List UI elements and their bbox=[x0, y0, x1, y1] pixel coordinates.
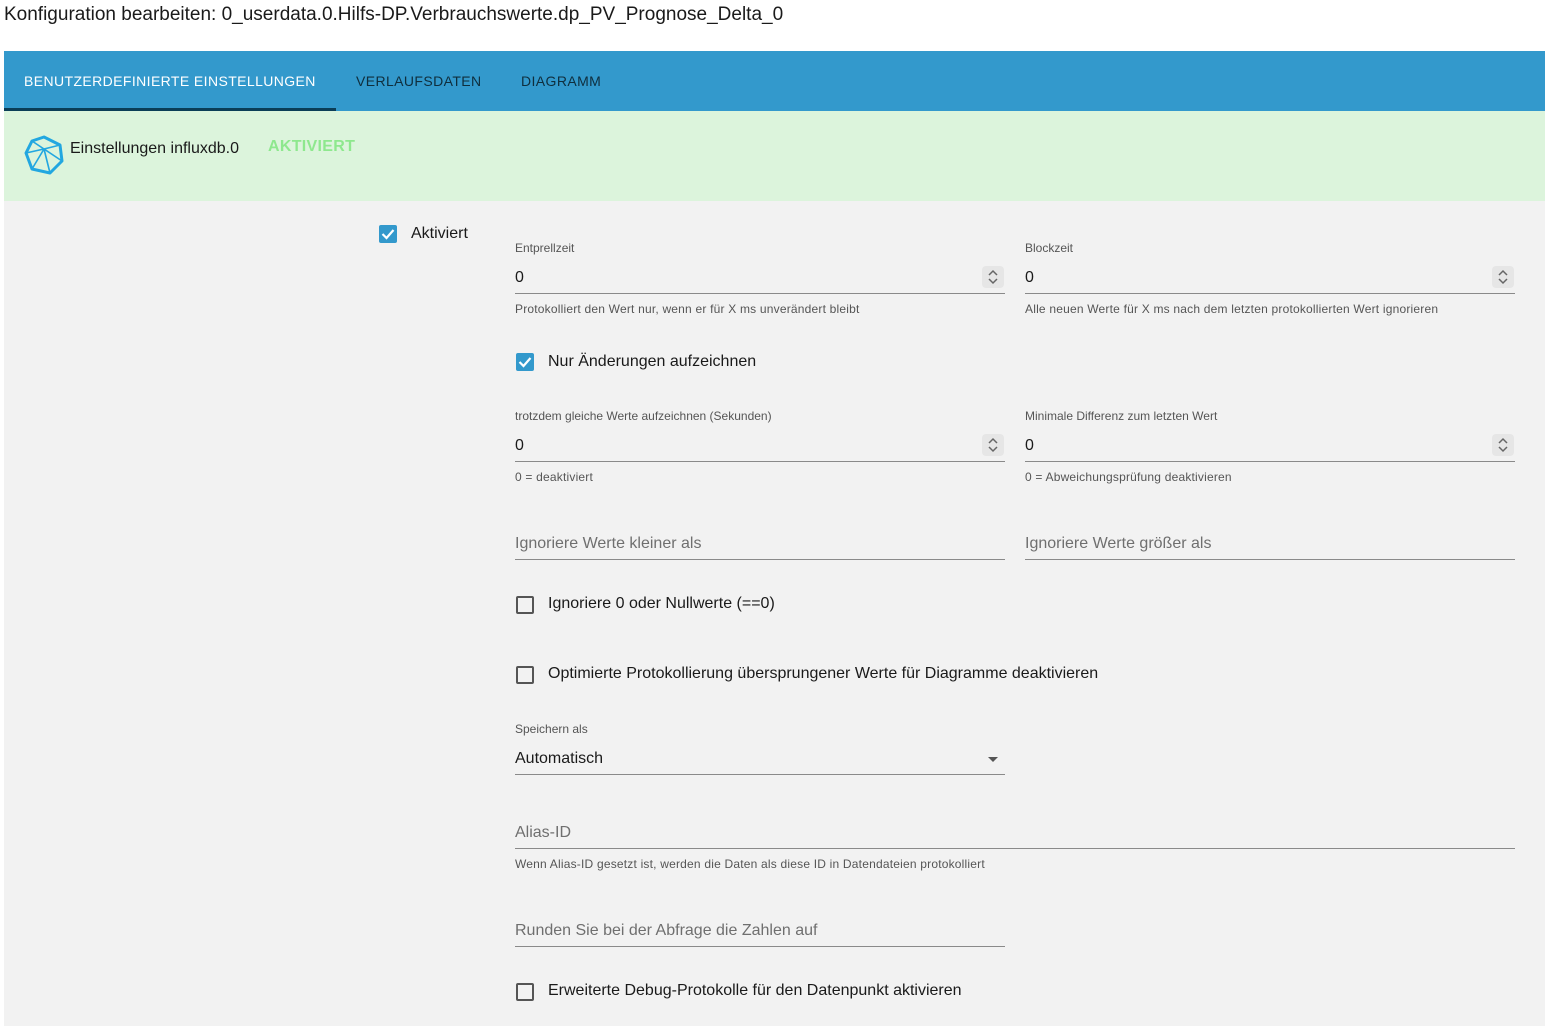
enabled-label: Aktiviert bbox=[411, 225, 468, 242]
blocktime-helper: Alle neuen Werte für X ms nach dem letzt… bbox=[1025, 302, 1439, 316]
changes-only-label: Nur Änderungen aufzeichnen bbox=[548, 353, 757, 370]
debounce-stepper[interactable] bbox=[982, 266, 1004, 288]
debounce-helper: Protokolliert den Wert nur, wenn er für … bbox=[515, 302, 860, 316]
debug-checkbox[interactable] bbox=[516, 983, 534, 1001]
changes-relog-stepper[interactable] bbox=[982, 434, 1004, 456]
disable-skipped-label: Optimierte Protokollierung übersprungene… bbox=[548, 665, 1099, 682]
ignore-below-input[interactable]: Ignoriere Werte kleiner als bbox=[515, 535, 701, 553]
blocktime-input[interactable]: 0 bbox=[1025, 269, 1034, 287]
instance-name: Einstellungen influxdb.0 bbox=[70, 140, 240, 157]
alias-id-input[interactable]: Alias-ID bbox=[515, 824, 571, 842]
ignore-below-underline bbox=[515, 559, 1005, 560]
changes-relog-helper: 0 = deaktiviert bbox=[515, 470, 594, 484]
enabled-checkbox[interactable] bbox=[379, 225, 397, 243]
disable-skipped-checkbox[interactable] bbox=[516, 666, 534, 684]
changes-relog-underline bbox=[515, 461, 1005, 462]
blocktime-underline bbox=[1025, 293, 1515, 294]
store-as-label: Speichern als bbox=[515, 722, 588, 736]
store-as-underline bbox=[515, 774, 1005, 775]
settings-panel: Aktiviert Entprellzeit 0 Protokolliert d… bbox=[4, 201, 1545, 1026]
tab-chart[interactable]: DIAGRAMM bbox=[501, 51, 621, 111]
store-as-select[interactable]: Automatisch bbox=[515, 750, 603, 768]
debug-label: Erweiterte Debug-Protokolle für den Date… bbox=[548, 982, 962, 999]
ignore-above-underline bbox=[1025, 559, 1515, 560]
alias-id-underline bbox=[515, 848, 1515, 849]
influxdb-icon bbox=[24, 135, 64, 175]
chevron-down-icon[interactable] bbox=[988, 757, 998, 762]
dialog-title: Konfiguration bearbeiten: 0_userdata.0.H… bbox=[4, 4, 784, 25]
debounce-underline bbox=[515, 293, 1005, 294]
blocktime-stepper[interactable] bbox=[1492, 266, 1514, 288]
blocktime-label: Blockzeit bbox=[1025, 241, 1074, 255]
changes-relog-label: trotzdem gleiche Werte aufzeichnen (Seku… bbox=[515, 409, 772, 423]
min-diff-helper: 0 = Abweichungsprüfung deaktivieren bbox=[1025, 470, 1232, 484]
instance-status-badge: AKTIVIERT bbox=[268, 138, 356, 155]
min-diff-input[interactable]: 0 bbox=[1025, 437, 1034, 455]
tab-custom-settings[interactable]: BENUTZERDEFINIERTE EINSTELLUNGEN bbox=[4, 51, 336, 111]
round-input[interactable]: Runden Sie bei der Abfrage die Zahlen au… bbox=[515, 922, 817, 940]
ignore-above-input[interactable]: Ignoriere Werte größer als bbox=[1025, 535, 1211, 553]
tab-history-data[interactable]: VERLAUFSDATEN bbox=[336, 51, 502, 111]
instance-header: Einstellungen influxdb.0 AKTIVIERT bbox=[4, 111, 1545, 201]
changes-only-checkbox[interactable] bbox=[516, 353, 534, 371]
round-underline bbox=[515, 946, 1005, 947]
min-diff-label: Minimale Differenz zum letzten Wert bbox=[1025, 409, 1218, 423]
alias-id-helper: Wenn Alias-ID gesetzt ist, werden die Da… bbox=[515, 857, 985, 871]
ignore-zero-checkbox[interactable] bbox=[516, 596, 534, 614]
debounce-label: Entprellzeit bbox=[515, 241, 575, 255]
min-diff-stepper[interactable] bbox=[1492, 434, 1514, 456]
debounce-input[interactable]: 0 bbox=[515, 269, 524, 287]
tab-bar: BENUTZERDEFINIERTE EINSTELLUNGEN VERLAUF… bbox=[4, 51, 1545, 111]
min-diff-underline bbox=[1025, 461, 1515, 462]
ignore-zero-label: Ignoriere 0 oder Nullwerte (==0) bbox=[548, 595, 775, 612]
changes-relog-input[interactable]: 0 bbox=[515, 437, 524, 455]
